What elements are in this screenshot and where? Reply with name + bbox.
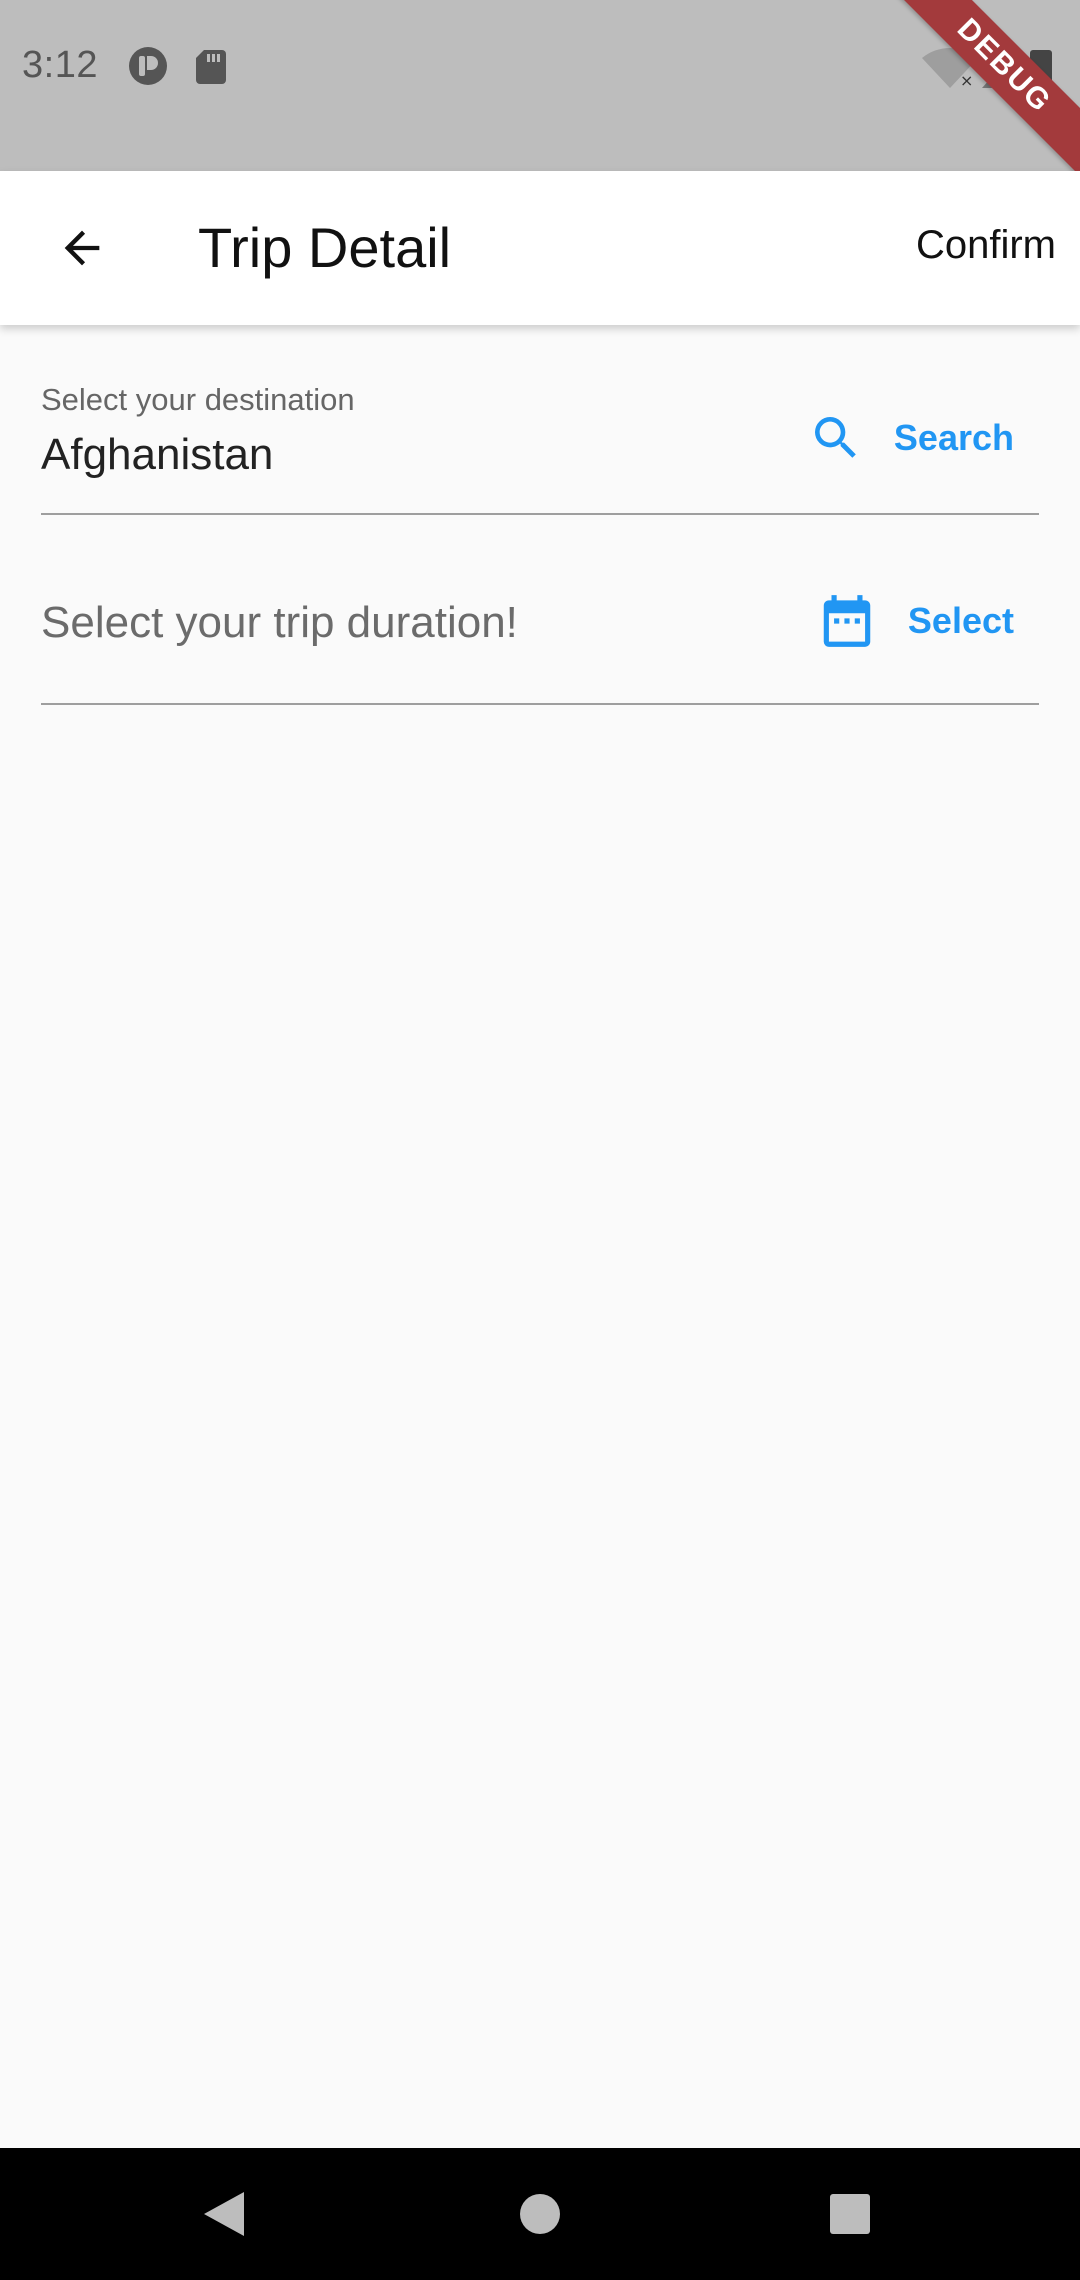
trip-duration-field[interactable]: Select your trip duration! Select [41,560,1039,705]
select-duration-button[interactable]: Select [816,590,1014,652]
svg-text:×: × [960,71,973,90]
app-bar: Trip Detail Confirm [0,171,1080,325]
calendar-icon [823,595,871,647]
back-button[interactable] [40,206,124,290]
trip-duration-placeholder: Select your trip duration! [41,598,518,647]
sd-card-icon [196,50,226,84]
search-icon [814,417,856,458]
arrow-back-icon [64,230,100,266]
recents-nav-icon[interactable] [822,2186,878,2242]
search-button[interactable]: Search [808,410,1014,466]
status-time: 3:12 [22,44,98,86]
destination-value: Afghanistan [41,430,274,479]
wifi-off-icon: × [922,47,978,90]
system-nav-bar [0,2148,1080,2280]
home-nav-icon[interactable] [512,2186,568,2242]
back-nav-icon[interactable] [196,2186,252,2242]
circle-p-icon [129,47,167,85]
select-button-label: Select [907,600,1014,641]
signal-icon [982,50,1016,88]
status-bar: 3:12 × DEBUG [0,0,1080,190]
page-title: Trip Detail [198,216,452,279]
destination-label: Select your destination [41,382,355,417]
status-right-icons: × [922,47,1052,90]
battery-icon [1030,50,1052,88]
destination-field[interactable]: Select your destination Afghanistan Sear… [41,370,1039,515]
confirm-button[interactable]: Confirm [916,223,1056,268]
search-button-label: Search [893,417,1014,458]
